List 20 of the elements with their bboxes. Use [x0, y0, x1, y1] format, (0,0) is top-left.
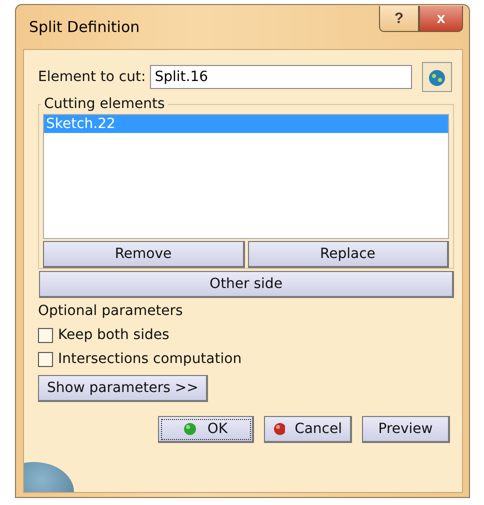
help-button[interactable]: ? — [379, 6, 419, 32]
checkbox-label: Keep both sides — [58, 327, 170, 343]
other-side-button[interactable]: Other side — [39, 271, 454, 298]
globe-icon — [426, 67, 447, 87]
checkbox[interactable] — [38, 352, 53, 366]
window-title: Split Definition — [29, 18, 140, 36]
section-title: Optional parameters — [38, 303, 184, 319]
ball-icon — [183, 422, 198, 436]
checkbox-label: Intersections computation — [58, 351, 242, 367]
show-parameters-button[interactable]: Show parameters >> — [38, 375, 208, 402]
cancel-button[interactable]: Cancel — [264, 416, 352, 443]
preview-button[interactable]: Preview — [362, 416, 450, 443]
checkbox[interactable] — [38, 328, 53, 342]
replace-button[interactable]: Replace — [248, 241, 449, 268]
select-button[interactable] — [422, 62, 452, 92]
element-to-cut-field[interactable]: Split.16 — [150, 65, 412, 89]
ok-button[interactable]: OK — [158, 416, 254, 443]
remove-button[interactable]: Remove — [43, 241, 244, 268]
group-title: Cutting elements — [43, 96, 166, 112]
element-to-cut-label: Element to cut: — [38, 69, 146, 85]
